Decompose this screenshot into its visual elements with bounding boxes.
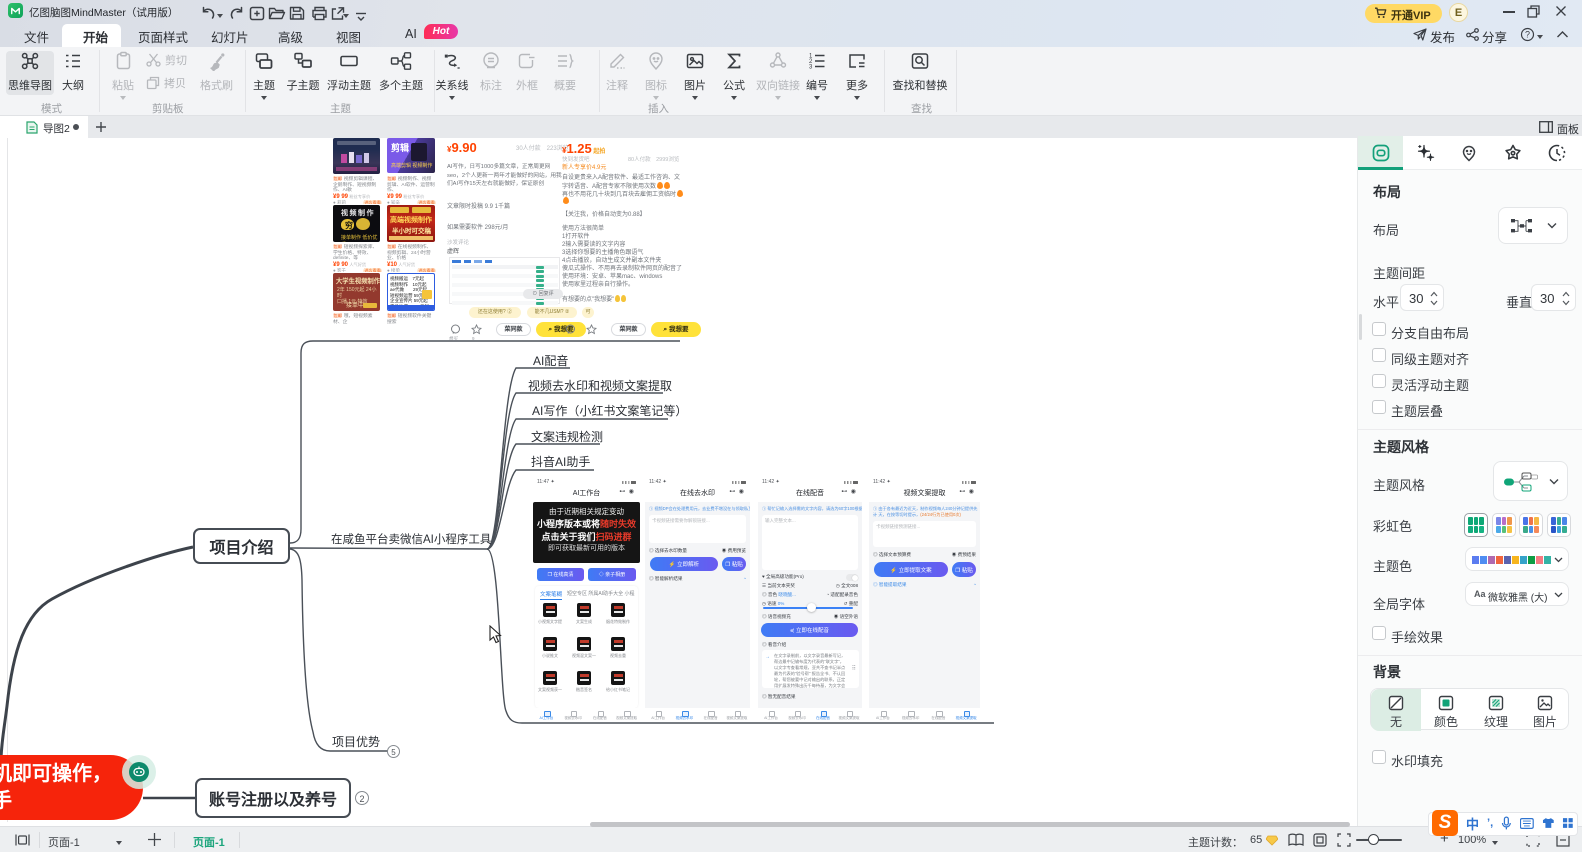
svg-text:?: ? [1525, 30, 1530, 40]
svg-text:3: 3 [809, 65, 813, 71]
